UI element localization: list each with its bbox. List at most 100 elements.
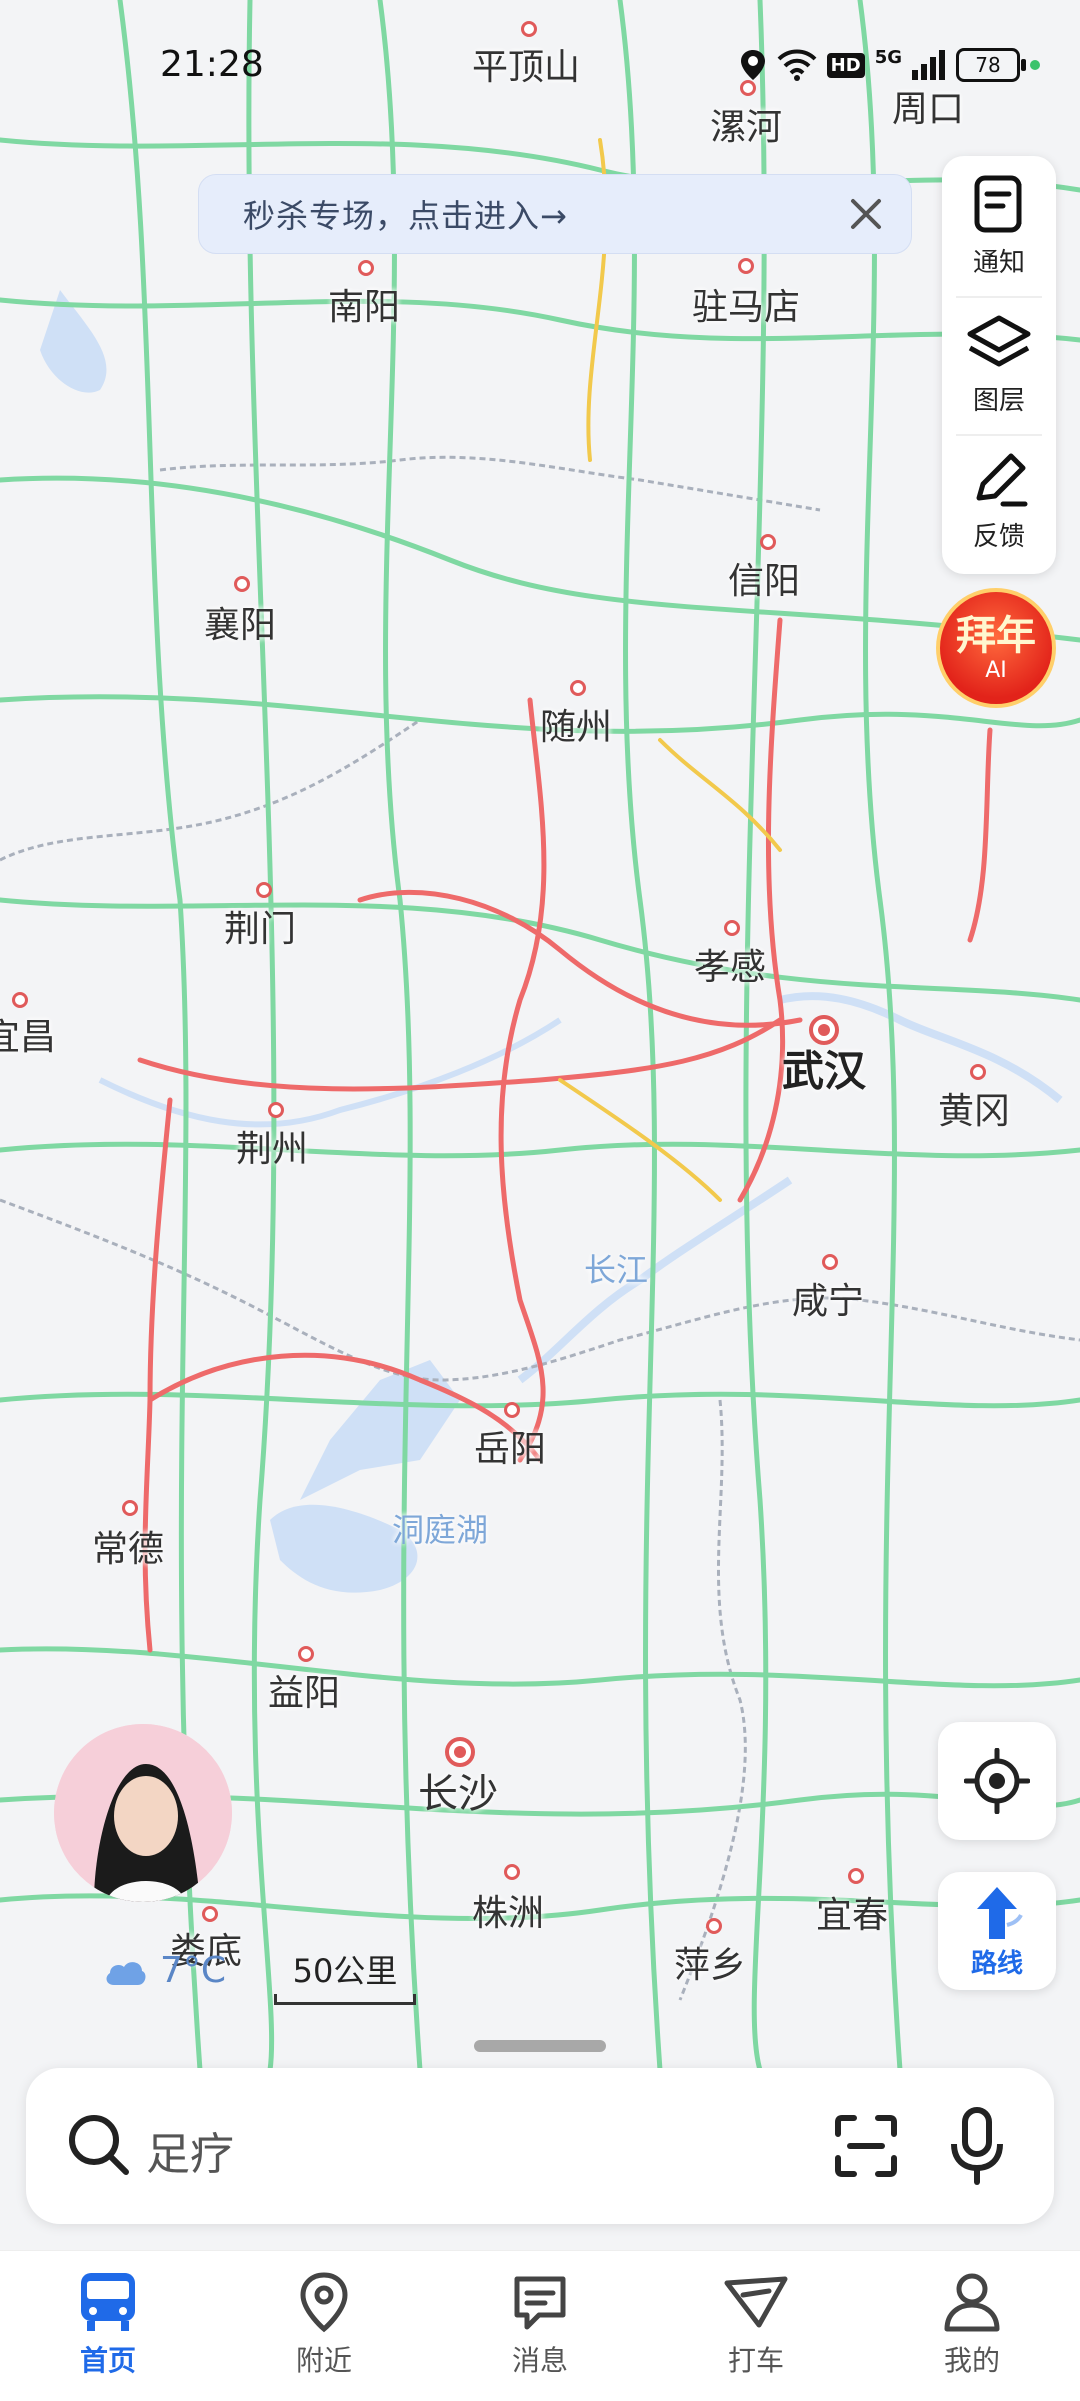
city-marker [706, 1918, 722, 1934]
feedback-button[interactable]: 反馈 [942, 430, 1056, 564]
route-button[interactable]: 路线 [938, 1872, 1056, 1990]
nav-messages[interactable]: 消息 [432, 2251, 648, 2401]
city-marker [234, 576, 250, 592]
hd-badge: HD [826, 52, 865, 78]
crosshair-icon [964, 1748, 1030, 1814]
search-input[interactable]: 足疗 [146, 2118, 234, 2182]
wifi-icon [777, 49, 817, 81]
drag-handle[interactable] [474, 2040, 606, 2052]
city-marker [822, 1254, 838, 1270]
city-marker [760, 534, 776, 550]
close-icon[interactable] [843, 191, 889, 237]
city-marker [848, 1868, 864, 1884]
notification-label: 通知 [972, 248, 1025, 278]
city-label-zhumadian[interactable]: 驻马店 [692, 278, 800, 330]
status-icons: HD 5G 78 [739, 46, 1040, 82]
city-marker [504, 1864, 520, 1880]
city-label-changde[interactable]: 常德 [92, 1520, 164, 1572]
city-marker [358, 260, 374, 276]
city-label-yichang[interactable]: 宜昌 [0, 1008, 56, 1060]
lake-label-dongtinghu: 洞庭湖 [391, 1511, 489, 1549]
weather-widget[interactable]: 7°C [102, 1950, 226, 1991]
city-label-xianning[interactable]: 咸宁 [792, 1272, 864, 1324]
network-type: 5G [874, 46, 902, 68]
city-label-nanyang[interactable]: 南阳 [328, 278, 400, 330]
signal-icon [912, 50, 945, 80]
battery-indicator: 78 [956, 48, 1026, 82]
scan-icon[interactable] [832, 2112, 900, 2180]
taxi-icon [724, 2276, 788, 2328]
search-box[interactable]: 足疗 [26, 2068, 1054, 2224]
city-label-yueyang[interactable]: 岳阳 [474, 1420, 546, 1472]
map-tools-panel: 通知 图层 反馈 [942, 156, 1056, 574]
scale-label: 50公里 [292, 1952, 398, 1990]
city-marker [738, 258, 754, 274]
nav-home-label: 首页 [79, 2344, 136, 2377]
river-label-changjiang: 长江 [583, 1251, 649, 1289]
city-marker [970, 1064, 986, 1080]
nav-taxi-label: 打车 [727, 2344, 784, 2377]
search-icon [69, 2115, 129, 2175]
bus-icon [81, 2273, 135, 2331]
assistant-avatar[interactable] [54, 1724, 232, 1902]
city-label-yiyang[interactable]: 益阳 [268, 1664, 340, 1716]
nav-home[interactable]: 首页 [0, 2251, 216, 2401]
city-marker [12, 992, 28, 1008]
locate-button[interactable] [938, 1722, 1056, 1840]
city-label-jingmen[interactable]: 荆门 [224, 900, 296, 952]
ai-badge-sub: AI [985, 657, 1007, 683]
city-label-xiaogan[interactable]: 孝感 [694, 938, 766, 990]
avatar-image [54, 1724, 232, 1902]
city-marker [256, 882, 272, 898]
notification-button[interactable]: 通知 [942, 156, 1056, 290]
nav-taxi[interactable]: 打车 [648, 2251, 864, 2401]
route-label: 路线 [970, 1948, 1023, 1979]
feedback-label: 反馈 [972, 522, 1025, 552]
city-marker [570, 680, 586, 696]
city-label-xiangyang[interactable]: 襄阳 [204, 596, 276, 648]
map-scale: 50公里 [274, 1946, 416, 2005]
nav-nearby-label: 附近 [295, 2344, 352, 2377]
city-label-luohe[interactable]: 漯河 [710, 98, 782, 150]
feedback-icon [976, 453, 1028, 507]
microphone-icon[interactable] [948, 2106, 1006, 2186]
city-marker [122, 1500, 138, 1516]
temperature: 7°C [160, 1950, 227, 1991]
ai-badge-title: 拜年 [956, 612, 1036, 659]
location-pin-icon [300, 2272, 348, 2333]
promo-text[interactable]: 秒杀专场，点击进入→ [243, 191, 568, 237]
city-marker [268, 1102, 284, 1118]
bottom-nav: 首页 附近 消息 打车 我的 [0, 2250, 1080, 2401]
city-label-suizhou[interactable]: 随州 [540, 698, 612, 750]
city-marker [298, 1646, 314, 1662]
nav-profile-label: 我的 [943, 2344, 1000, 2377]
nav-messages-label: 消息 [511, 2344, 568, 2377]
notification-icon [974, 175, 1022, 233]
scale-bar [274, 1994, 416, 2005]
layers-icon [967, 315, 1031, 367]
city-marker [202, 1906, 218, 1922]
city-label-changsha[interactable]: 长沙 [418, 1761, 498, 1819]
nav-profile[interactable]: 我的 [864, 2251, 1080, 2401]
city-label-zhuzhou[interactable]: 株洲 [472, 1884, 544, 1936]
city-label-wuhan[interactable]: 武汉 [782, 1038, 866, 1099]
nav-nearby[interactable]: 附近 [216, 2251, 432, 2401]
cloud-icon [106, 1961, 146, 1985]
city-label-pingxiang[interactable]: 萍乡 [674, 1936, 746, 1988]
layers-label: 图层 [972, 386, 1025, 416]
status-bar: 21:28 HD 5G 78 [0, 40, 1080, 96]
city-label-huanggang[interactable]: 黄冈 [938, 1082, 1010, 1134]
city-marker [521, 21, 537, 37]
layers-button[interactable]: 图层 [942, 294, 1056, 428]
new-year-ai-badge[interactable]: 拜年 AI [936, 588, 1056, 708]
city-label-jingzhou[interactable]: 荆州 [236, 1120, 308, 1172]
privacy-indicator [1030, 60, 1040, 70]
profile-icon [944, 2273, 1000, 2332]
city-label-yichun[interactable]: 宜春 [816, 1886, 888, 1938]
route-arrow-icon [977, 1886, 1023, 1939]
city-label-xinyang[interactable]: 信阳 [728, 552, 800, 604]
city-marker [724, 920, 740, 936]
promo-banner[interactable]: 秒杀专场，点击进入→ [198, 174, 912, 254]
location-icon [740, 50, 765, 80]
status-time: 21:28 [160, 44, 264, 85]
